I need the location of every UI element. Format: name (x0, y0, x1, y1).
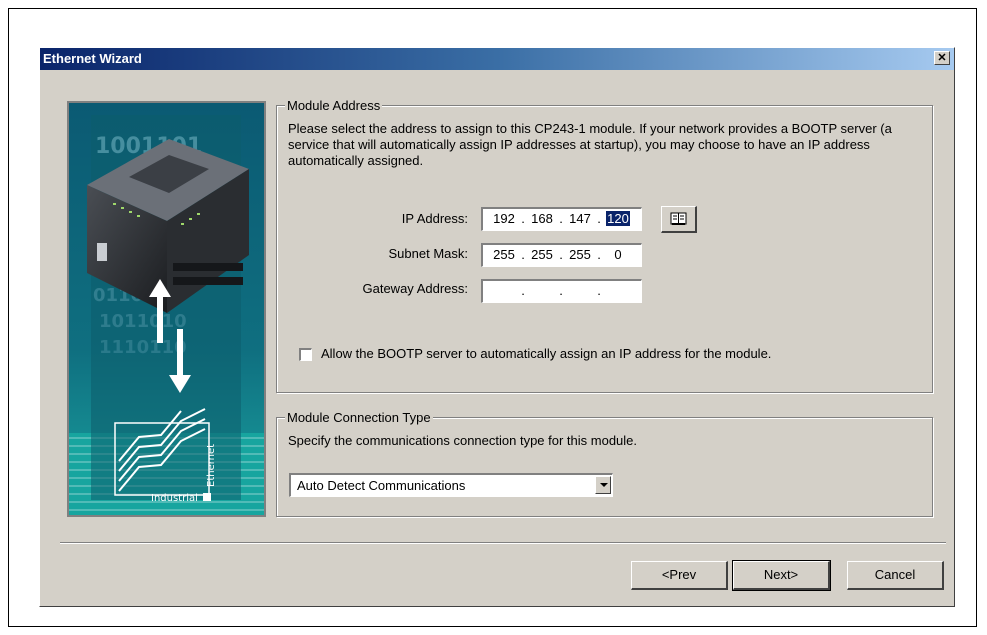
industrial-ethernet-banner: 1001101 101 0110010 1011010 1110110 (67, 101, 266, 517)
subnet-octet-1: 255 (493, 247, 515, 262)
subnet-octet-2: 255 (531, 247, 553, 262)
ethernet-label: Ethernet (206, 444, 217, 487)
module-address-legend: Module Address (285, 98, 383, 113)
connection-type-dropdown[interactable]: Auto Detect Communications (289, 473, 613, 497)
ip-octet-1: 192 (493, 211, 515, 226)
module-address-description: Please select the address to assign to t… (288, 121, 892, 168)
ip-octet-4-selected: 120 (606, 211, 630, 226)
binary-row-3: 1110110 (99, 337, 187, 358)
ip-octet-2: 168 (531, 211, 553, 226)
connection-type-legend: Module Connection Type (285, 410, 433, 425)
ip-dot: . (559, 283, 563, 298)
ip-dot: . (521, 283, 525, 298)
connection-type-description: Specify the communications connection ty… (288, 433, 638, 448)
ip-octet-3: 147 (569, 211, 591, 226)
title-bar: Ethernet Wizard ✕ (40, 48, 954, 70)
ip-address-field[interactable]: 192 . 168 . 147 . 120 (481, 207, 642, 231)
close-icon: ✕ (937, 52, 947, 64)
banner-illustration: 1001101 101 0110010 1011010 1110110 (69, 103, 264, 515)
bootp-checkbox[interactable] (299, 348, 312, 361)
bootp-checkbox-label[interactable]: Allow the BOOTP server to automatically … (321, 346, 771, 361)
cancel-button[interactable]: Cancel (847, 561, 944, 590)
subnet-mask-label: Subnet Mask: (388, 246, 469, 261)
gateway-address-field[interactable]: . . . (481, 279, 642, 303)
address-book-button[interactable] (661, 206, 697, 233)
industrial-label: Industrial (151, 493, 198, 504)
window-title: Ethernet Wizard (43, 51, 142, 66)
connection-type-value: Auto Detect Communications (297, 478, 466, 493)
chevron-down-icon[interactable] (595, 476, 611, 494)
binary-row-2: 1011010 (99, 311, 187, 332)
subnet-mask-field[interactable]: 255 . 255 . 255 . 0 (481, 243, 642, 267)
close-button[interactable]: ✕ (934, 51, 950, 65)
ethernet-wizard-dialog: Ethernet Wizard ✕ 1001101 1011010 111011… (39, 47, 955, 607)
subnet-octet-3: 255 (569, 247, 591, 262)
ip-octet-4: 120 (602, 209, 634, 229)
gateway-address-label: Gateway Address: (362, 281, 469, 296)
address-book-icon (670, 212, 687, 225)
prev-button[interactable]: <Prev (631, 561, 728, 590)
next-button[interactable]: Next> (732, 560, 831, 591)
ip-address-label: IP Address: (401, 211, 468, 226)
ip-dot: . (597, 283, 601, 298)
connection-type-group: Module Connection Type (276, 410, 933, 517)
button-separator (60, 542, 946, 544)
subnet-octet-4: 0 (614, 247, 622, 262)
